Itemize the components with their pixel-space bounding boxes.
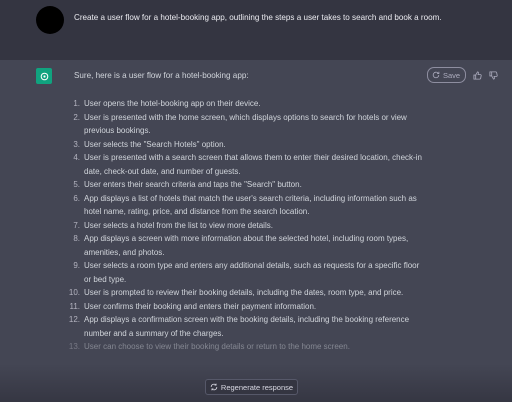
chatgpt-logo-icon — [36, 68, 52, 84]
list-item: 13. User can choose to view their booking… — [68, 342, 350, 351]
regenerate-icon — [210, 383, 218, 391]
list-item: 5. User enters their search criteria and … — [73, 180, 302, 189]
list-item: 10. User is prompted to review their book… — [68, 288, 404, 297]
list-item: 6. App displays a list of hotels that mat… — [73, 193, 417, 217]
regenerate-label: Regenerate response — [220, 382, 294, 392]
list-item: 9. User selects a room type and enters an… — [73, 261, 420, 284]
message-actions: Save — [427, 67, 498, 83]
list-item: 11. User confirms their booking and enter… — [69, 301, 317, 311]
list-item: 2. User is presented with the home screen… — [73, 112, 407, 136]
assistant-message: Sure, here is a user flow for a hotel-bo… — [0, 60, 512, 402]
list-item: 7. User selects a hotel from the list to … — [73, 220, 273, 230]
thumbs-up-icon[interactable] — [472, 70, 482, 80]
user-message-text: Create a user flow for a hotel-booking a… — [74, 13, 442, 22]
save-label: Save — [443, 70, 461, 80]
assistant-intro: Sure, here is a user flow for a hotel-bo… — [74, 71, 249, 80]
thumbs-down-icon[interactable] — [488, 70, 498, 80]
regenerate-response-button[interactable]: Regenerate response — [205, 379, 298, 395]
user-message: Create a user flow for a hotel-booking a… — [0, 0, 512, 61]
refresh-save-icon — [432, 71, 440, 79]
user-avatar — [36, 6, 64, 34]
steps-list: 1. User opens the hotel-booking app on th… — [68, 97, 424, 354]
list-item: 1. User opens the hotel-booking app on th… — [73, 99, 261, 108]
list-item: 4. User is presented with a search screen… — [73, 153, 422, 176]
save-button[interactable]: Save — [427, 67, 467, 83]
list-item: 8. App displays a screen with more inform… — [73, 234, 409, 257]
list-item: 3. User selects the "Search Hotels" optio… — [73, 139, 226, 149]
list-item: 12. App displays a confirmation screen wi… — [68, 315, 410, 338]
